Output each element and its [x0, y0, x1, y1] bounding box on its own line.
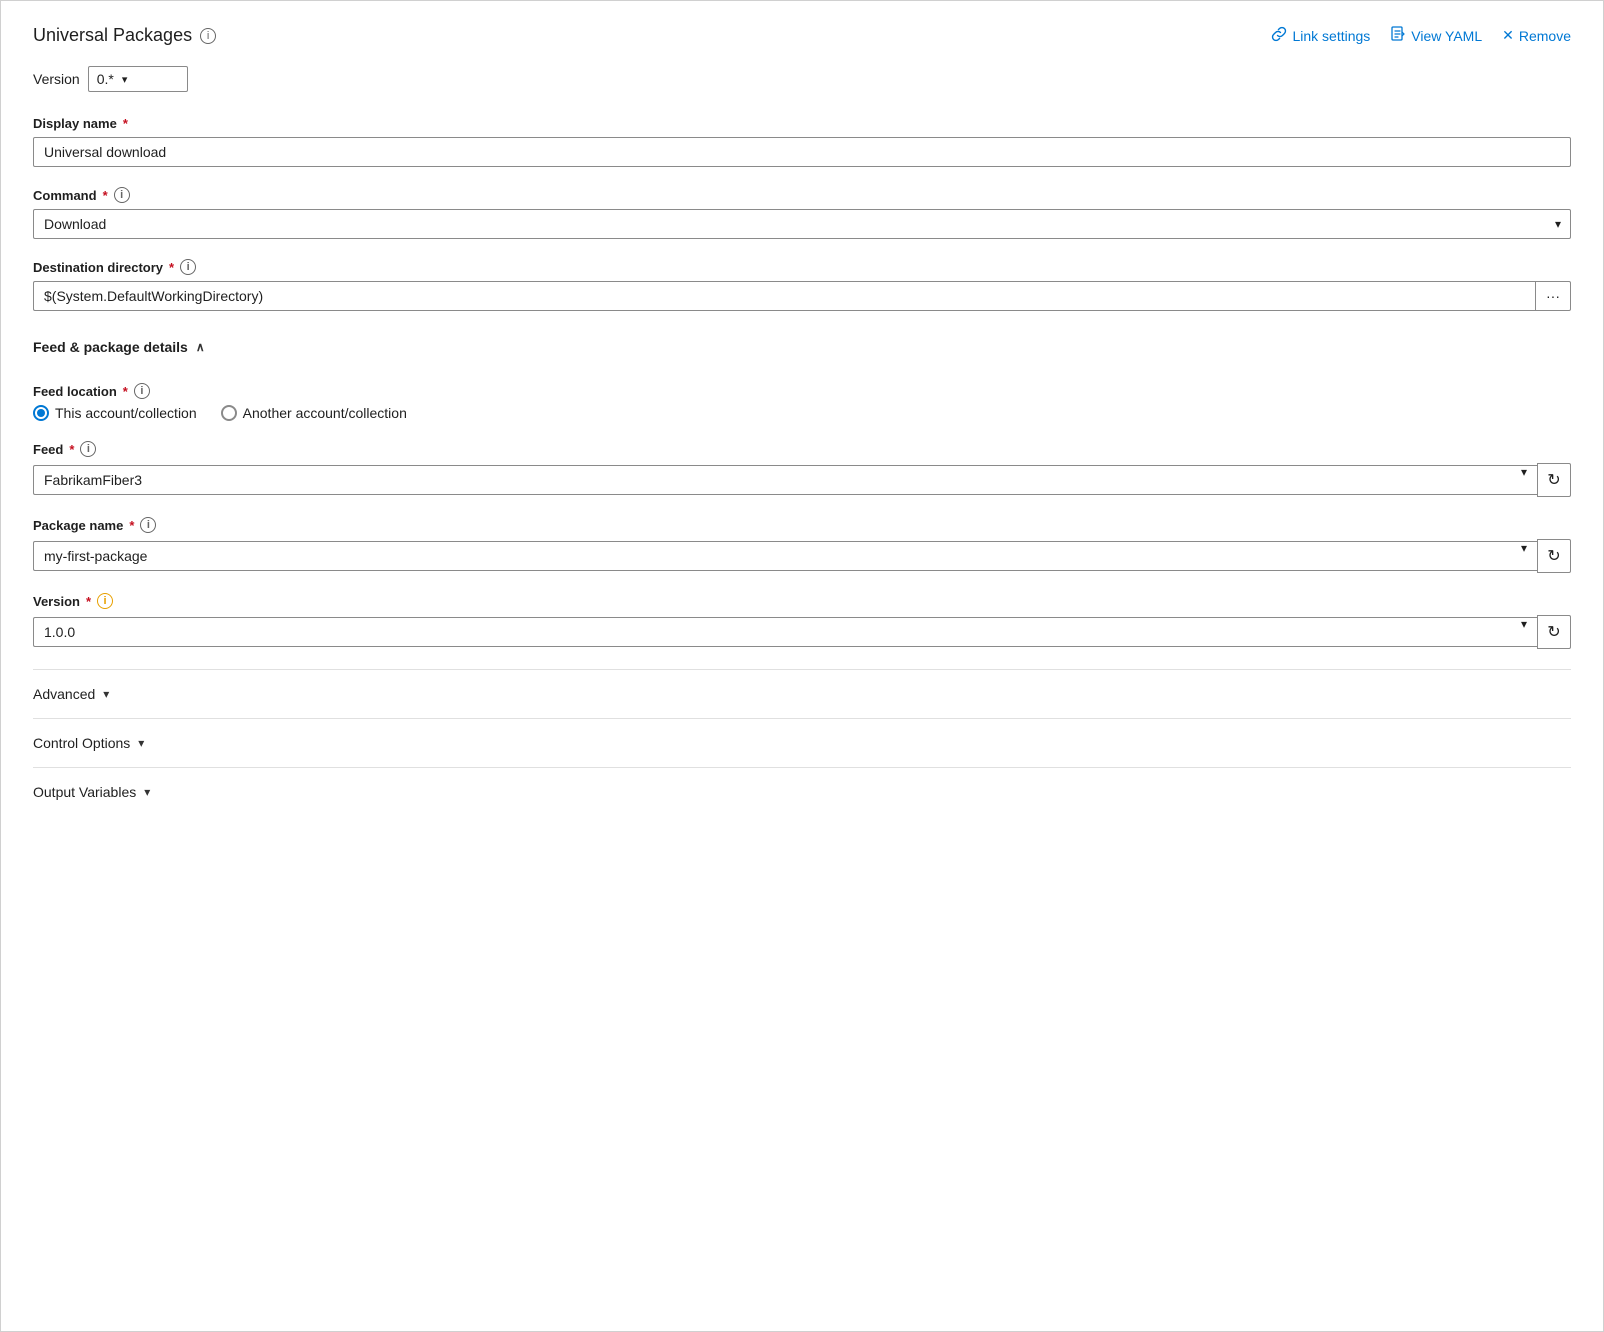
control-options-section: Control Options ▾: [33, 718, 1571, 767]
remove-label: Remove: [1519, 28, 1571, 44]
package-name-section: Package name * i my-first-package ▾ ↻: [33, 517, 1571, 573]
output-variables-section: Output Variables ▾: [33, 767, 1571, 816]
command-section: Command * i Download Publish ▾: [33, 187, 1571, 239]
display-name-label: Display name *: [33, 116, 1571, 131]
link-settings-icon: [1271, 26, 1287, 45]
advanced-toggle[interactable]: Advanced ▾: [33, 670, 1571, 718]
view-yaml-icon: [1390, 26, 1406, 45]
command-label: Command * i: [33, 187, 1571, 203]
feed-select[interactable]: FabrikamFiber3: [33, 465, 1537, 495]
version-row: Version 0.* ▾: [33, 66, 1571, 92]
destination-dir-row: ···: [33, 281, 1571, 311]
feed-package-chevron: ∧: [196, 340, 205, 354]
feed-package-section: Feed & package details ∧ Feed location *…: [33, 331, 1571, 649]
feed-required: *: [69, 442, 74, 457]
feed-info-icon[interactable]: i: [80, 441, 96, 457]
feed-location-radio-group: This account/collection Another account/…: [33, 405, 1571, 421]
page-header: Universal Packages i Link settings: [33, 25, 1571, 46]
control-options-toggle[interactable]: Control Options ▾: [33, 719, 1571, 767]
version-select-value: 0.*: [97, 71, 114, 87]
radio-another-account-label: Another account/collection: [243, 405, 407, 421]
header-left: Universal Packages i: [33, 25, 216, 46]
radio-another-account[interactable]: [221, 405, 237, 421]
title-info-icon[interactable]: i: [200, 28, 216, 44]
header-actions: Link settings View YAML ✕ Remove: [1271, 26, 1571, 45]
advanced-chevron: ▾: [103, 687, 109, 701]
control-options-chevron: ▾: [138, 736, 144, 750]
output-variables-toggle[interactable]: Output Variables ▾: [33, 768, 1571, 816]
destination-dir-section: Destination directory * i ···: [33, 259, 1571, 311]
feed-location-this-account[interactable]: This account/collection: [33, 405, 197, 421]
feed-label: Feed * i: [33, 441, 1571, 457]
destination-dir-label: Destination directory * i: [33, 259, 1571, 275]
feed-section: Feed * i FabrikamFiber3 ▾ ↻: [33, 441, 1571, 497]
remove-icon: ✕: [1502, 27, 1514, 44]
destination-dir-browse-button[interactable]: ···: [1535, 281, 1571, 311]
control-options-label: Control Options: [33, 735, 130, 751]
command-select[interactable]: Download Publish: [33, 209, 1571, 239]
version-field-label: Version * i: [33, 593, 1571, 609]
version-field-select[interactable]: 1.0.0: [33, 617, 1537, 647]
version-field-info-icon[interactable]: i: [97, 593, 113, 609]
version-field-section: Version * i 1.0.0 ▾ ↻: [33, 593, 1571, 649]
package-name-required: *: [129, 518, 134, 533]
package-name-select[interactable]: my-first-package: [33, 541, 1537, 571]
feed-package-title: Feed & package details: [33, 339, 188, 355]
link-settings-label: Link settings: [1292, 28, 1370, 44]
view-yaml-label: View YAML: [1411, 28, 1482, 44]
package-name-label: Package name * i: [33, 517, 1571, 533]
version-field-refresh-button[interactable]: ↻: [1537, 615, 1571, 649]
command-required: *: [103, 188, 108, 203]
destination-dir-input[interactable]: [33, 281, 1535, 311]
version-field-select-wrapper: 1.0.0 ▾ ↻: [33, 615, 1571, 649]
advanced-section: Advanced ▾: [33, 669, 1571, 718]
destination-dir-required: *: [169, 260, 174, 275]
feed-location-label: Feed location * i: [33, 383, 1571, 399]
display-name-required: *: [123, 116, 128, 131]
feed-select-wrapper: FabrikamFiber3 ▾ ↻: [33, 463, 1571, 497]
package-name-info-icon[interactable]: i: [140, 517, 156, 533]
feed-location-required: *: [123, 384, 128, 399]
feed-package-toggle[interactable]: Feed & package details ∧: [33, 331, 1571, 367]
destination-dir-info-icon[interactable]: i: [180, 259, 196, 275]
output-variables-label: Output Variables: [33, 784, 136, 800]
package-name-select-wrapper: my-first-package ▾ ↻: [33, 539, 1571, 573]
display-name-input[interactable]: [33, 137, 1571, 167]
page-title: Universal Packages: [33, 25, 192, 46]
advanced-label: Advanced: [33, 686, 95, 702]
link-settings-button[interactable]: Link settings: [1271, 26, 1370, 45]
feed-location-info-icon[interactable]: i: [134, 383, 150, 399]
remove-button[interactable]: ✕ Remove: [1502, 27, 1571, 44]
command-info-icon[interactable]: i: [114, 187, 130, 203]
feed-location-section: Feed location * i This account/collectio…: [33, 383, 1571, 421]
package-name-refresh-button[interactable]: ↻: [1537, 539, 1571, 573]
version-field-required: *: [86, 594, 91, 609]
radio-this-account[interactable]: [33, 405, 49, 421]
radio-this-account-label: This account/collection: [55, 405, 197, 421]
feed-location-another-account[interactable]: Another account/collection: [221, 405, 407, 421]
version-select-chevron: ▾: [122, 73, 128, 86]
version-select[interactable]: 0.* ▾: [88, 66, 188, 92]
version-row-label: Version: [33, 71, 80, 87]
command-select-wrapper: Download Publish ▾: [33, 209, 1571, 239]
output-variables-chevron: ▾: [144, 785, 150, 799]
feed-refresh-button[interactable]: ↻: [1537, 463, 1571, 497]
display-name-section: Display name *: [33, 116, 1571, 167]
view-yaml-button[interactable]: View YAML: [1390, 26, 1482, 45]
